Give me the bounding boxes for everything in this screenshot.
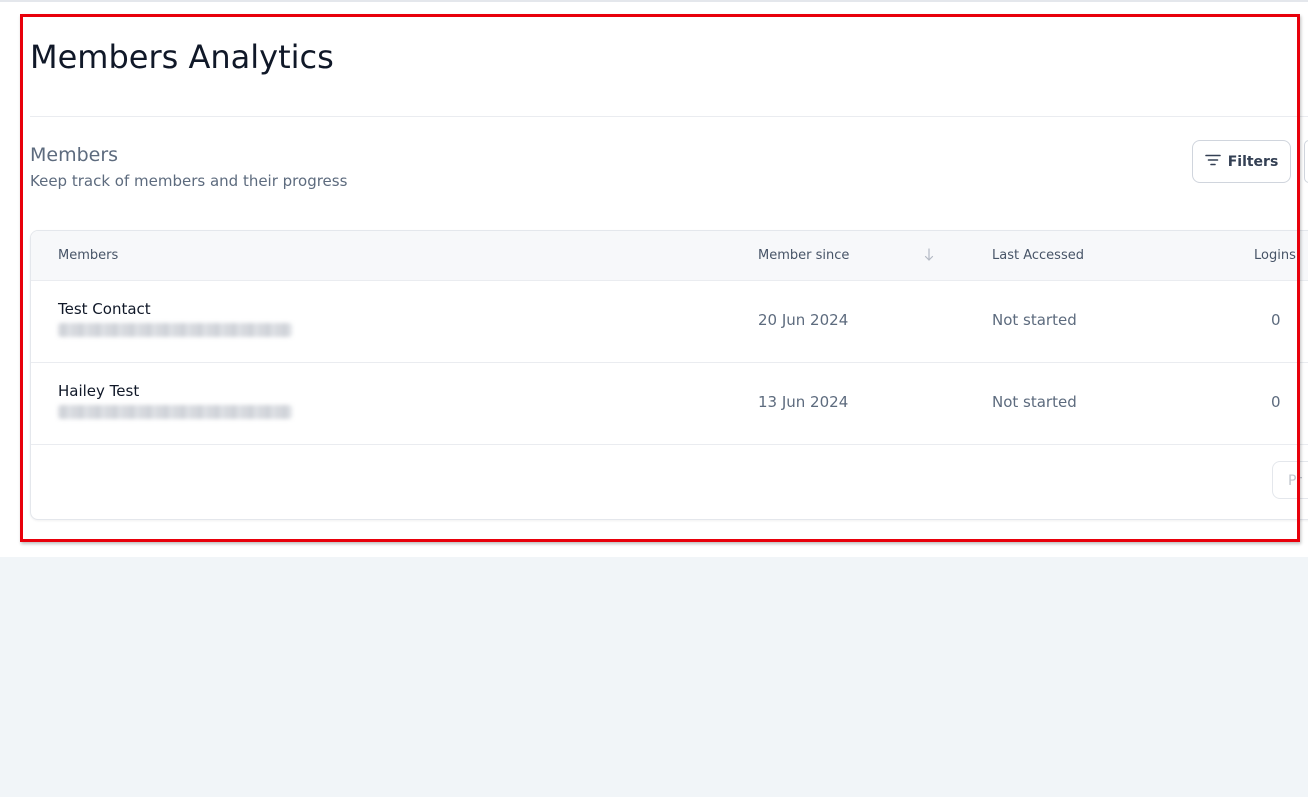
- section-title: Members: [30, 144, 119, 166]
- member-name: Hailey Test: [58, 382, 140, 400]
- filters-button[interactable]: Filters: [1192, 140, 1291, 183]
- table-row[interactable]: Hailey Test 13 Jun 2024 Not started 0: [31, 363, 1308, 445]
- table-row[interactable]: Test Contact 20 Jun 2024 Not started 0: [31, 281, 1308, 363]
- header-divider: [30, 116, 1308, 117]
- member-since-value: 13 Jun 2024: [758, 393, 849, 411]
- member-email-redacted: [58, 405, 292, 419]
- member-name: Test Contact: [58, 300, 151, 318]
- table-header: Members Member since Last Accessed Login…: [31, 231, 1308, 281]
- last-accessed-value: Not started: [992, 311, 1077, 329]
- column-header-member-since[interactable]: Member since: [758, 248, 849, 263]
- members-table: Members Member since Last Accessed Login…: [30, 230, 1308, 520]
- column-header-last-accessed[interactable]: Last Accessed: [992, 248, 1084, 263]
- section-subtitle: Keep track of members and their progress: [30, 172, 348, 190]
- previous-page-button[interactable]: Pr: [1272, 461, 1308, 499]
- page-title: Members Analytics: [30, 38, 334, 76]
- filter-lines-icon: [1204, 154, 1221, 170]
- last-accessed-value: Not started: [992, 393, 1077, 411]
- member-since-value: 20 Jun 2024: [758, 311, 849, 329]
- toolbar-button-partial[interactable]: [1304, 140, 1308, 183]
- column-header-members[interactable]: Members: [58, 248, 118, 263]
- logins-value: 0: [1271, 393, 1281, 411]
- arrow-down-icon[interactable]: [923, 247, 935, 263]
- logins-value: 0: [1271, 311, 1281, 329]
- members-analytics-page: Members Analytics Members Keep track of …: [0, 2, 1308, 557]
- filters-button-label: Filters: [1227, 153, 1279, 170]
- member-email-redacted: [58, 323, 292, 337]
- column-header-logins[interactable]: Logins: [1254, 248, 1296, 263]
